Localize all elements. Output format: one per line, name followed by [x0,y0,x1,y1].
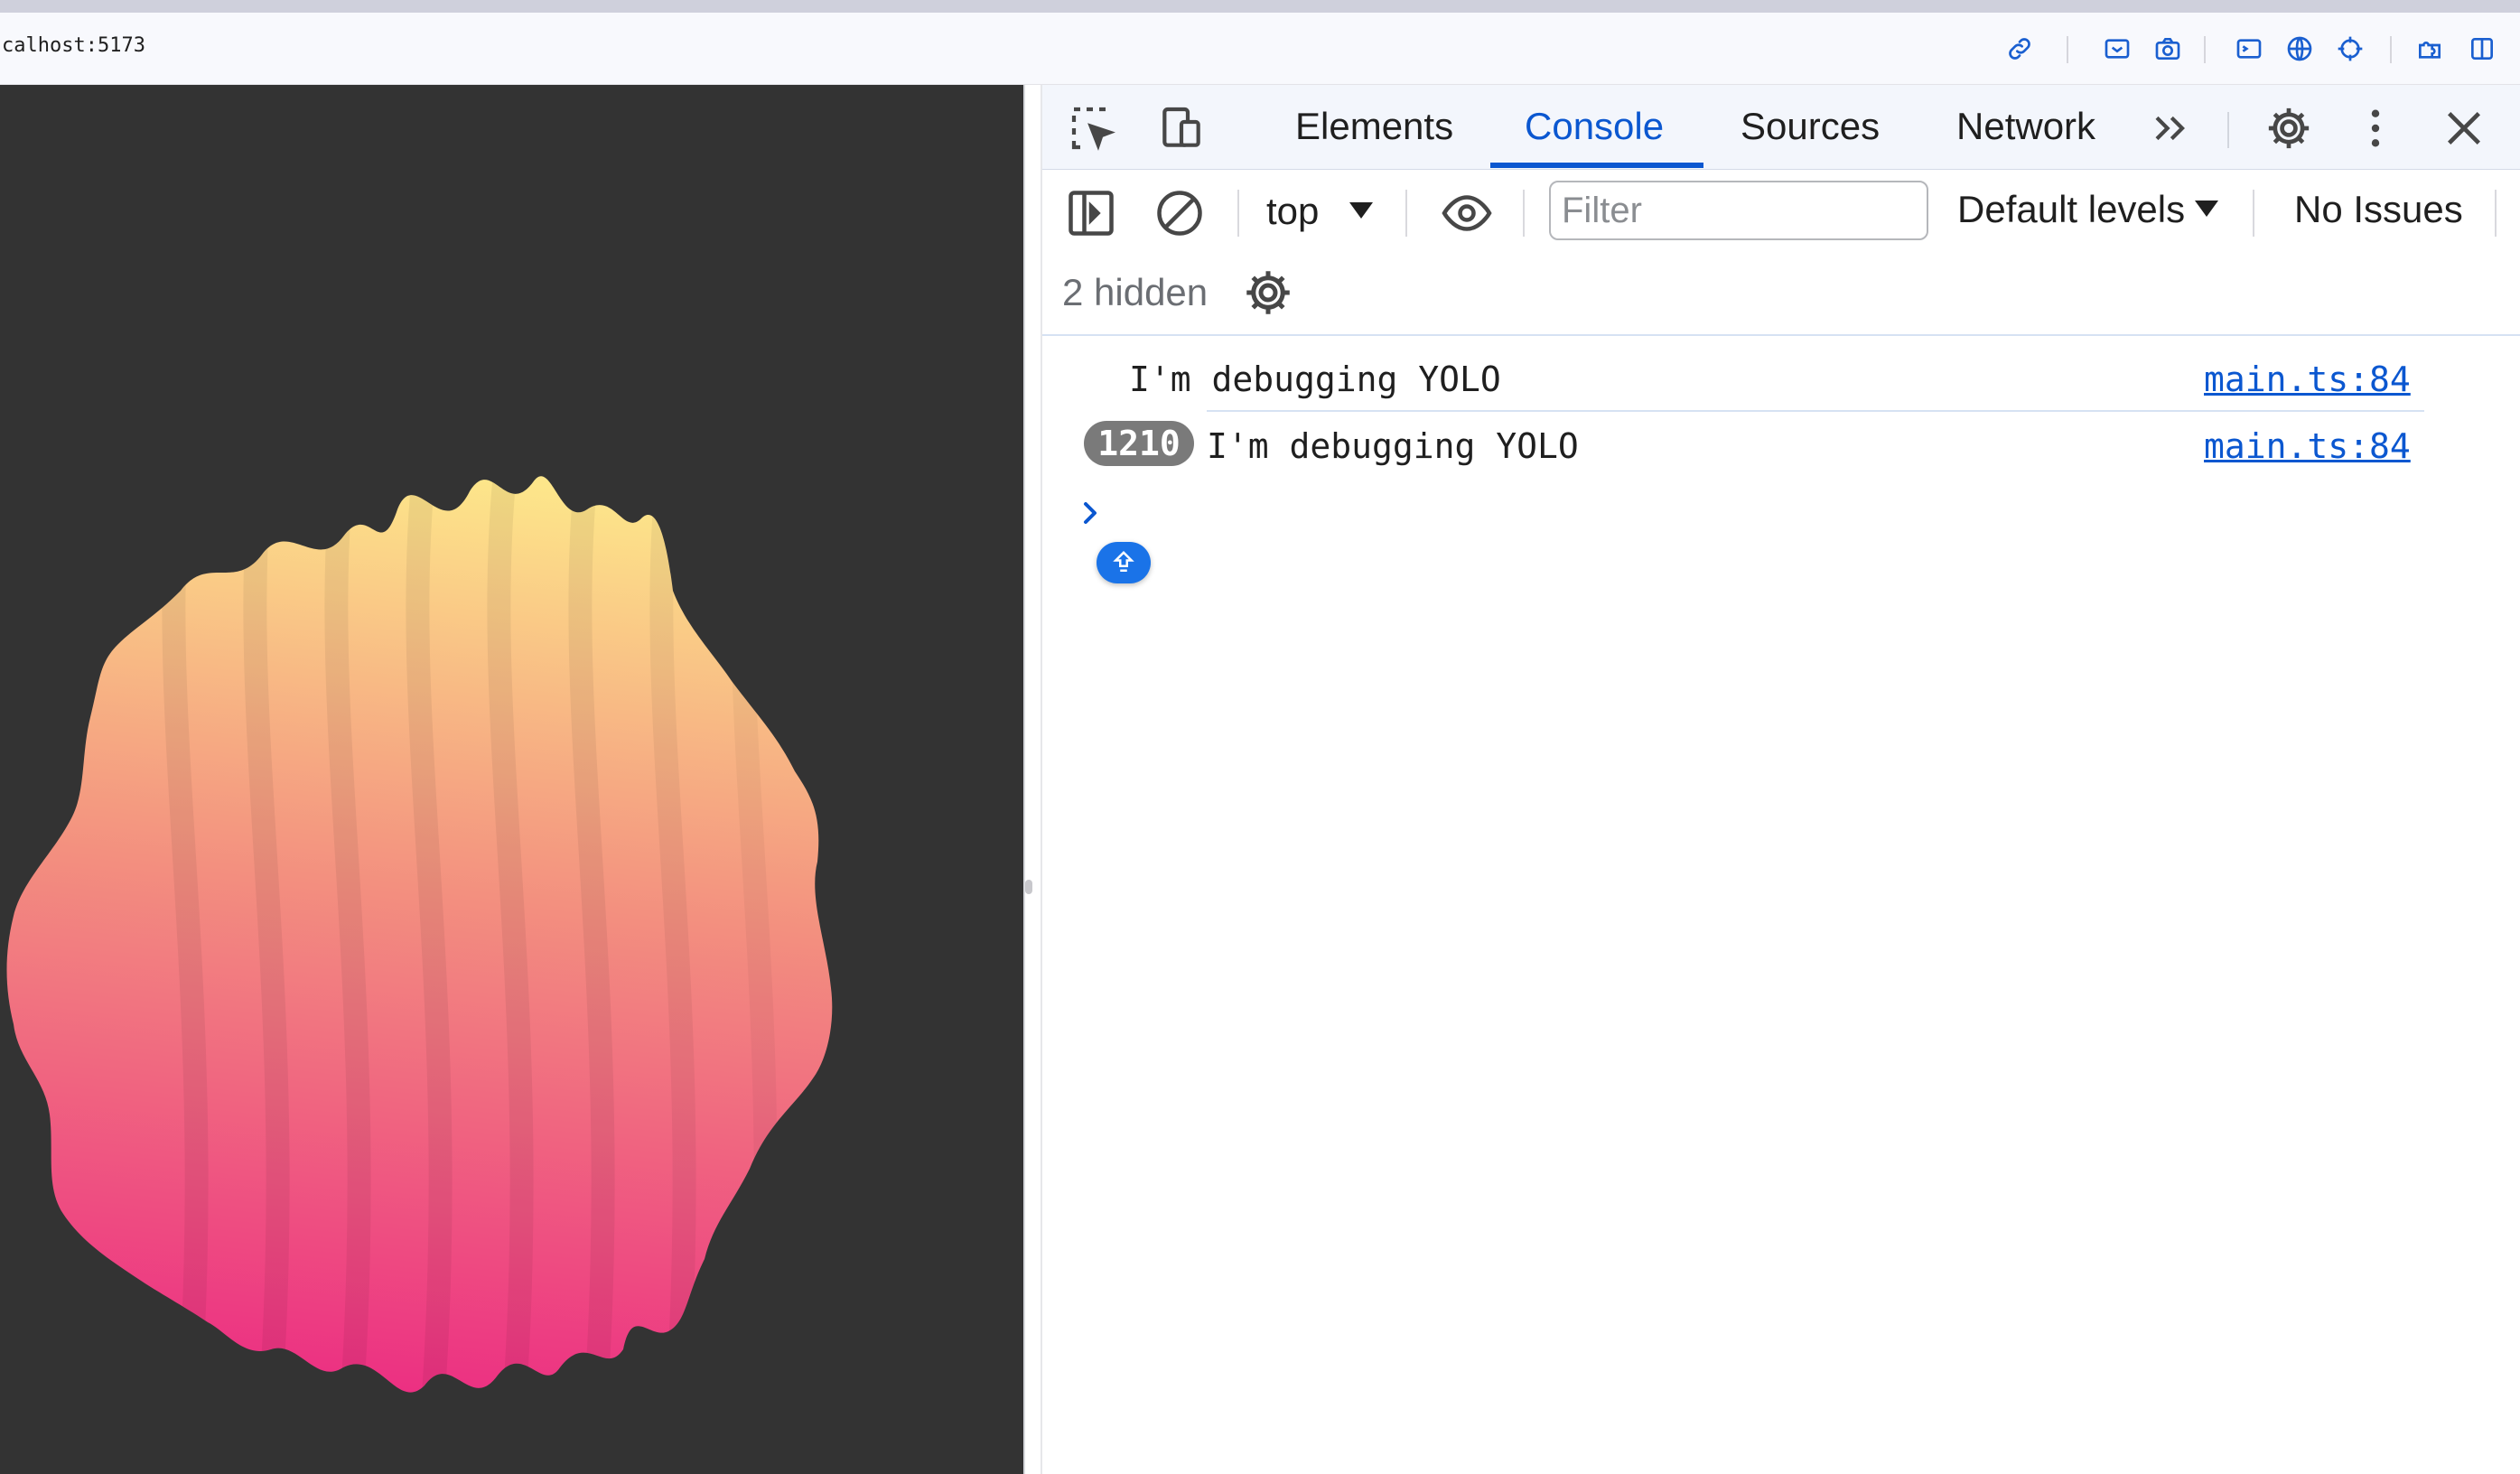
context-dropdown-icon[interactable] [1349,202,1373,219]
device-toolbar-icon[interactable] [1154,101,1209,155]
issues-counter[interactable]: No Issues [2294,188,2463,231]
url-text[interactable]: calhost:5173 [2,34,145,57]
blob-canvas [6,476,833,1393]
page-viewport[interactable] [0,85,1023,1474]
camera-icon[interactable] [2151,33,2184,65]
devtools-tabbar: Elements Console Sources Network [1042,85,2520,170]
address-divider [2204,36,2206,63]
filter-input[interactable] [1549,181,1928,240]
message-divider [1207,410,2424,412]
tab-console[interactable]: Console [1525,105,1664,148]
tabbar-divider [2227,112,2229,148]
console-settings-gear-icon[interactable] [1239,264,1297,322]
link-icon[interactable] [2003,33,2036,65]
screen-capture-icon[interactable] [2101,33,2133,65]
address-divider [2067,36,2068,63]
more-tabs-chevron-icon[interactable] [2142,101,2197,155]
context-selector[interactable]: top [1266,190,1319,233]
ai-assistance-icon [1113,550,1134,572]
toolbar-divider [2253,190,2254,237]
settings-gear-icon[interactable] [2262,101,2316,155]
more-options-icon[interactable] [2348,101,2403,155]
tab-sources[interactable]: Sources [1741,105,1880,148]
ai-assistance-button[interactable] [1097,542,1151,583]
console-message: I'm debugging YOLO [1129,359,1501,399]
address-divider [2390,36,2392,63]
close-devtools-icon[interactable] [2437,101,2491,155]
element-picker-icon[interactable] [1066,101,1120,155]
live-expression-eye-icon[interactable] [1438,184,1496,242]
console-prompt-chevron-icon[interactable] [1078,495,1106,531]
sidebar-icon[interactable] [2466,33,2498,65]
console-message: I'm debugging YOLO [1207,426,1579,466]
toolbar-divider [1523,190,1525,237]
tab-network[interactable]: Network [1956,105,2095,148]
toolbar-divider [2495,190,2497,237]
clear-console-icon[interactable] [1151,184,1209,242]
terminal-icon[interactable] [2233,33,2265,65]
source-link[interactable]: main.ts:84 [2204,359,2411,399]
toolbar-divider [1405,190,1407,237]
globe-icon[interactable] [2283,33,2316,65]
source-link[interactable]: main.ts:84 [2204,426,2411,466]
crosshair-icon[interactable] [2334,33,2366,65]
active-tab-indicator [1490,163,1703,168]
log-levels-dropdown[interactable]: Default levels [1957,188,2185,231]
tab-elements[interactable]: Elements [1295,105,1453,148]
extensions-icon[interactable] [2413,33,2446,65]
toolbar-divider [1237,190,1239,237]
window-top-strip [0,0,2520,13]
sidebar-toggle-icon[interactable] [1062,184,1120,242]
address-bar[interactable]: calhost:5173 [0,13,2520,85]
repeat-count-badge: 1210 [1084,421,1194,466]
panel-resize-handle[interactable] [1025,880,1032,894]
hidden-count: 2 hidden [1062,271,1209,313]
levels-dropdown-icon[interactable] [2195,201,2218,217]
